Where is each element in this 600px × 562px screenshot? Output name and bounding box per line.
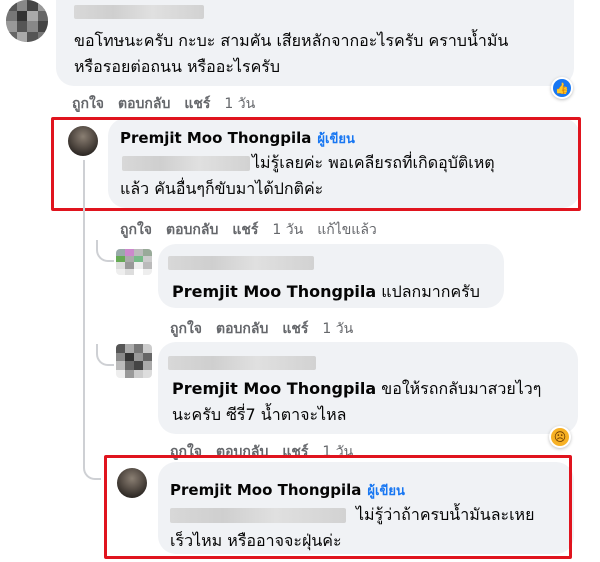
- commenter-name-blurred[interactable]: [74, 5, 204, 19]
- timestamp[interactable]: 1 วัน: [272, 219, 303, 241]
- highlight-box: [51, 117, 581, 211]
- sad-face-icon: ☹: [551, 428, 569, 446]
- reply-actions: ถูกใจ ตอบกลับ แชร์ 1 วัน: [170, 318, 353, 340]
- commenter-avatar[interactable]: [116, 344, 152, 378]
- commenter-name-blurred[interactable]: [168, 256, 314, 270]
- thread-connector: [96, 344, 114, 366]
- thread-line: [83, 160, 85, 460]
- timestamp[interactable]: 1 วัน: [322, 318, 353, 340]
- share-link[interactable]: แชร์: [282, 318, 308, 340]
- highlight-box: [104, 455, 572, 559]
- commenter-avatar[interactable]: [6, 0, 48, 42]
- share-link[interactable]: แชร์: [184, 93, 210, 115]
- like-link[interactable]: ถูกใจ: [72, 93, 104, 115]
- comment-text: ขอโทษนะครับ กะบะ สามคัน เสียหลักจากอะไรค…: [74, 31, 509, 76]
- share-link[interactable]: แชร์: [232, 219, 258, 241]
- like-icon: 👍: [553, 79, 571, 97]
- like-reaction[interactable]: 👍: [551, 77, 573, 99]
- reply-text: Premjit Moo Thongpila ขอให้รถกลับมาสวยไว…: [172, 379, 542, 424]
- mention-author[interactable]: Premjit Moo Thongpila: [172, 282, 376, 301]
- reply-link[interactable]: ตอบกลับ: [118, 93, 170, 115]
- reply-link[interactable]: ตอบกลับ: [166, 219, 218, 241]
- reply-text: Premjit Moo Thongpila แปลกมากครับ: [172, 282, 480, 301]
- thread-connector: [96, 240, 114, 262]
- edited-label: แก้ไขแล้ว: [317, 222, 377, 238]
- like-link[interactable]: ถูกใจ: [120, 219, 152, 241]
- thread-connector: [83, 430, 101, 480]
- reply-link[interactable]: ตอบกลับ: [216, 318, 268, 340]
- commenter-avatar[interactable]: [116, 249, 152, 275]
- mention-author[interactable]: Premjit Moo Thongpila: [172, 379, 376, 398]
- comment-actions: ถูกใจ ตอบกลับ แชร์ 1 วัน: [72, 93, 255, 115]
- reply-actions: ถูกใจ ตอบกลับ แชร์ 1 วัน แก้ไขแล้ว: [120, 219, 377, 241]
- timestamp[interactable]: 1 วัน: [224, 93, 255, 115]
- like-link[interactable]: ถูกใจ: [170, 318, 202, 340]
- sad-reaction[interactable]: ☹: [549, 426, 571, 448]
- commenter-name-blurred[interactable]: [168, 356, 316, 370]
